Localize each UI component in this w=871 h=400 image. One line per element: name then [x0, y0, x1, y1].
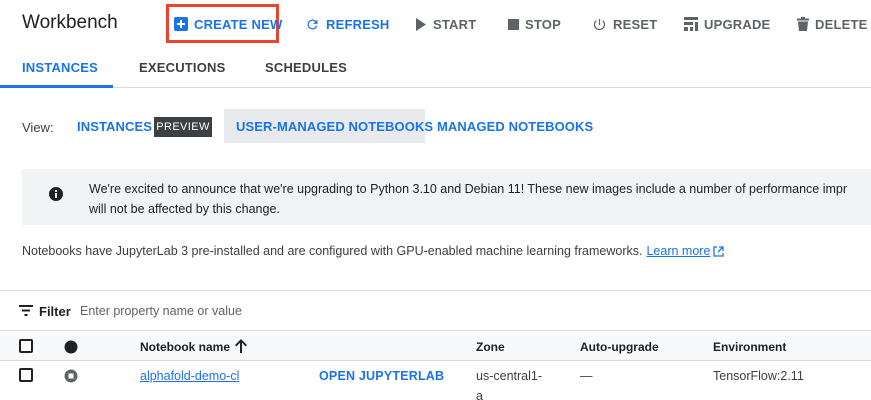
filter-label: Filter [39, 304, 71, 319]
stop-button[interactable]: STOP [508, 14, 561, 34]
delete-button[interactable]: DELETE [797, 14, 867, 34]
column-zone[interactable]: Zone [476, 340, 505, 354]
auto-upgrade-cell: — [580, 369, 593, 383]
create-new-label: CREATE NEW [194, 16, 283, 32]
app-title: Workbench [22, 12, 118, 33]
filter-input[interactable] [80, 301, 480, 321]
upgrade-label: UPGRADE [704, 16, 771, 32]
announcement-banner: We're excited to announce that we're upg… [22, 169, 871, 225]
notice-text: Notebooks have JupyterLab 3 pre-installe… [22, 244, 643, 258]
refresh-label: REFRESH [326, 16, 390, 32]
tab-bar: INSTANCES EXECUTIONS SCHEDULES [0, 47, 871, 88]
zone-cell: us-central1- a [476, 366, 542, 400]
play-icon [416, 17, 426, 31]
tab-executions[interactable]: EXECUTIONS [139, 60, 226, 75]
power-icon [593, 18, 606, 30]
banner-line-1: We're excited to announce that we're upg… [89, 182, 848, 196]
column-notebook-name-label: Notebook name [140, 340, 231, 354]
row-checkbox[interactable] [19, 368, 33, 382]
jupyterlab-notice: Notebooks have JupyterLab 3 pre-installe… [22, 244, 725, 258]
table-row: alphafold-demo-cl OPEN JUPYTERLAB us-cen… [0, 361, 871, 400]
delete-label: DELETE [815, 16, 868, 32]
trash-icon [797, 17, 809, 31]
preview-badge: PREVIEW [154, 117, 212, 137]
view-instances[interactable]: INSTANCES [77, 119, 152, 134]
stop-icon [508, 18, 519, 30]
filter-icon [19, 305, 33, 316]
column-environment[interactable]: Environment [713, 340, 786, 354]
filter-bar: Filter [0, 290, 871, 331]
start-button[interactable]: START [415, 14, 476, 34]
zone-line-2: a [476, 389, 483, 400]
stop-label: STOP [525, 16, 561, 32]
view-label: View: [22, 120, 54, 135]
notebook-name-link[interactable]: alphafold-demo-cl [140, 369, 239, 383]
top-toolbar: Workbench CREATE NEW REFRESH START STOP … [0, 0, 871, 47]
tab-schedules[interactable]: SCHEDULES [265, 60, 347, 75]
open-jupyterlab-button[interactable]: OPEN JUPYTERLAB [319, 369, 444, 383]
active-tab-indicator [0, 85, 113, 88]
tab-instances[interactable]: INSTANCES [22, 60, 98, 75]
create-new-button[interactable]: CREATE NEW [174, 14, 282, 34]
environment-cell: TensorFlow:2.11 [713, 369, 804, 383]
external-link-icon [713, 245, 725, 257]
refresh-button[interactable]: REFRESH [305, 14, 390, 34]
learn-more-link[interactable]: Learn more [646, 244, 710, 258]
refresh-icon [307, 18, 318, 29]
status-dot-icon [64, 340, 78, 354]
reset-label: RESET [613, 16, 658, 32]
reset-button[interactable]: RESET [592, 14, 657, 34]
info-icon [49, 187, 63, 201]
banner-line-2: will not be affected by this change. [89, 202, 280, 216]
select-all-checkbox[interactable] [19, 339, 33, 353]
zone-line-1: us-central1- [476, 369, 542, 383]
view-user-managed-notebooks[interactable]: USER-MANAGED NOTEBOOKS [236, 119, 433, 134]
start-label: START [433, 16, 477, 32]
view-managed-notebooks[interactable]: MANAGED NOTEBOOKS [437, 119, 593, 134]
upgrade-button[interactable]: UPGRADE [684, 14, 770, 34]
banner-message: We're excited to announce that we're upg… [89, 179, 847, 219]
table-header: Notebook name Zone Auto-upgrade Environm… [0, 332, 871, 361]
column-auto-upgrade[interactable]: Auto-upgrade [580, 340, 659, 354]
upgrade-icon [684, 17, 698, 31]
column-notebook-name[interactable]: Notebook name [140, 340, 230, 354]
sort-ascending-icon[interactable] [235, 339, 247, 353]
stopped-status-icon [64, 369, 78, 383]
add-box-icon [174, 17, 188, 31]
